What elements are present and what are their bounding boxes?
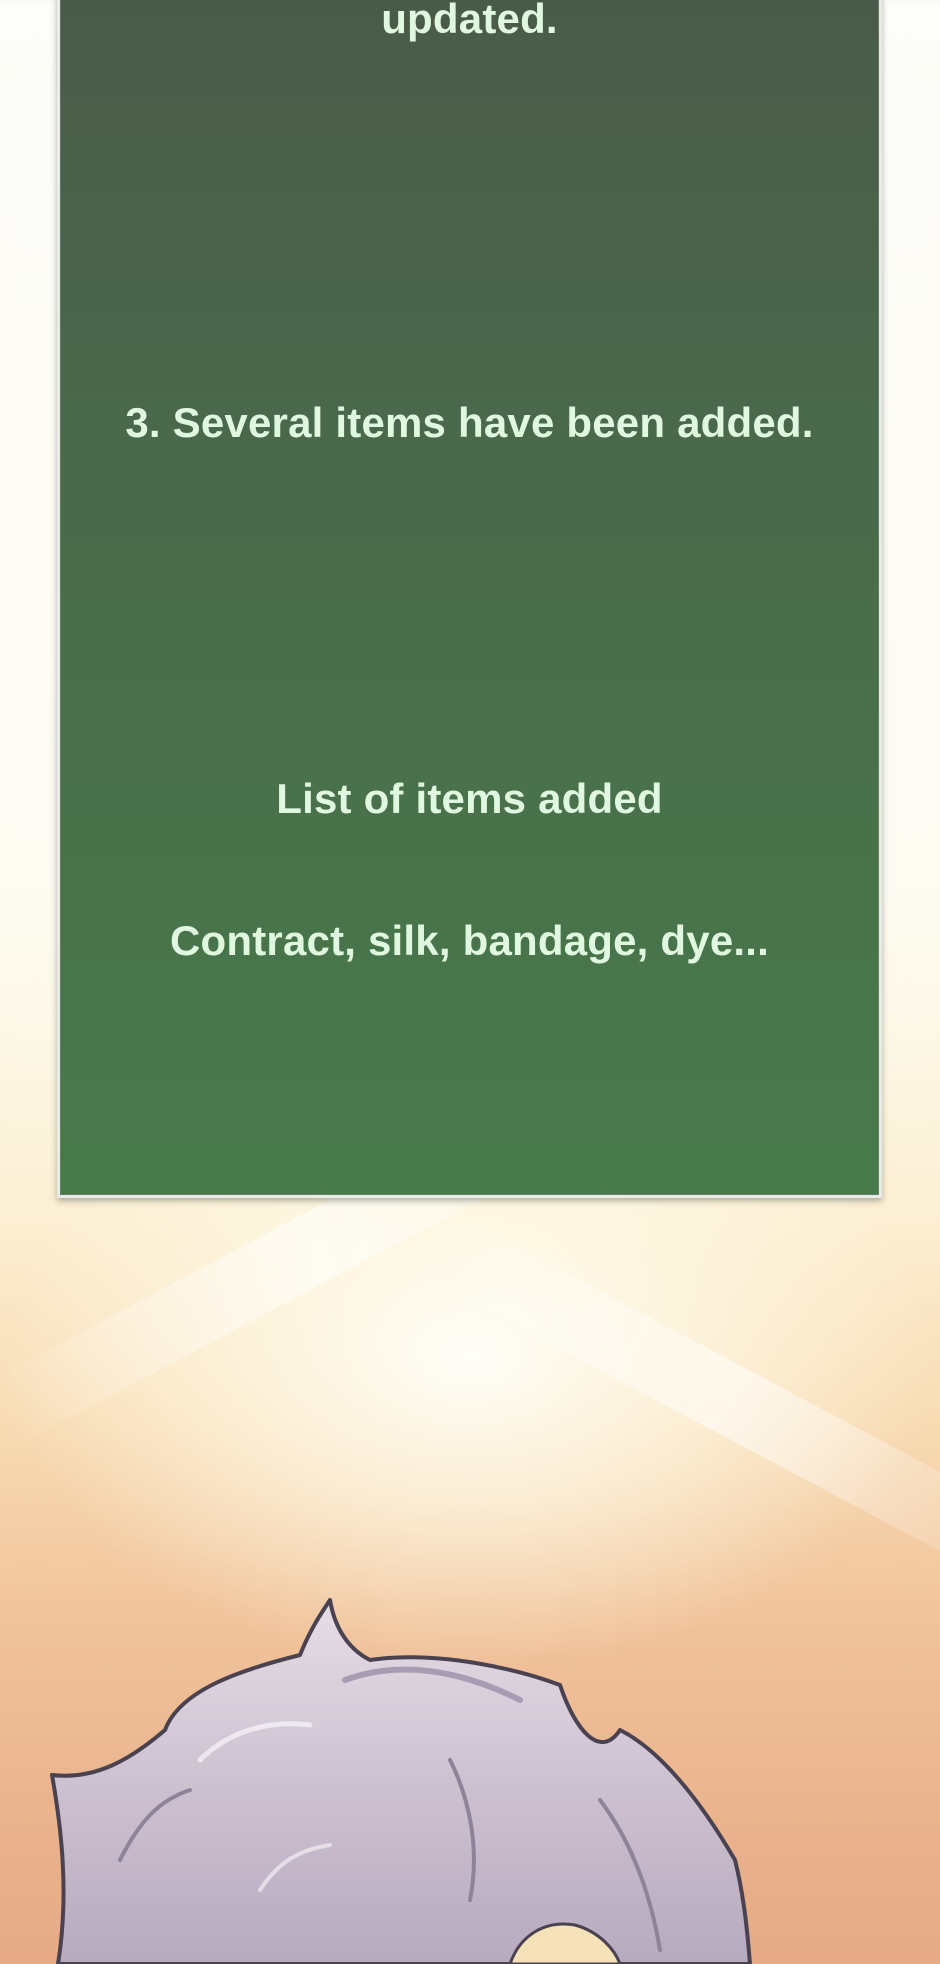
- system-message-panel: updated. 3. Several items have been adde…: [57, 0, 882, 1198]
- message-line-item-list: Contract, silk, bandage, dye...: [169, 917, 770, 964]
- light-ray: [403, 1204, 940, 1595]
- message-line-list-heading: List of items added: [276, 775, 663, 822]
- character-hair-illustration: [50, 1598, 752, 1964]
- message-line-items-added: 3. Several items have been added.: [125, 399, 814, 446]
- message-line-updated: updated.: [381, 0, 558, 42]
- page: { "panel": { "line1": "updated.", "line2…: [0, 0, 940, 1964]
- hair-shape: [50, 1598, 752, 1964]
